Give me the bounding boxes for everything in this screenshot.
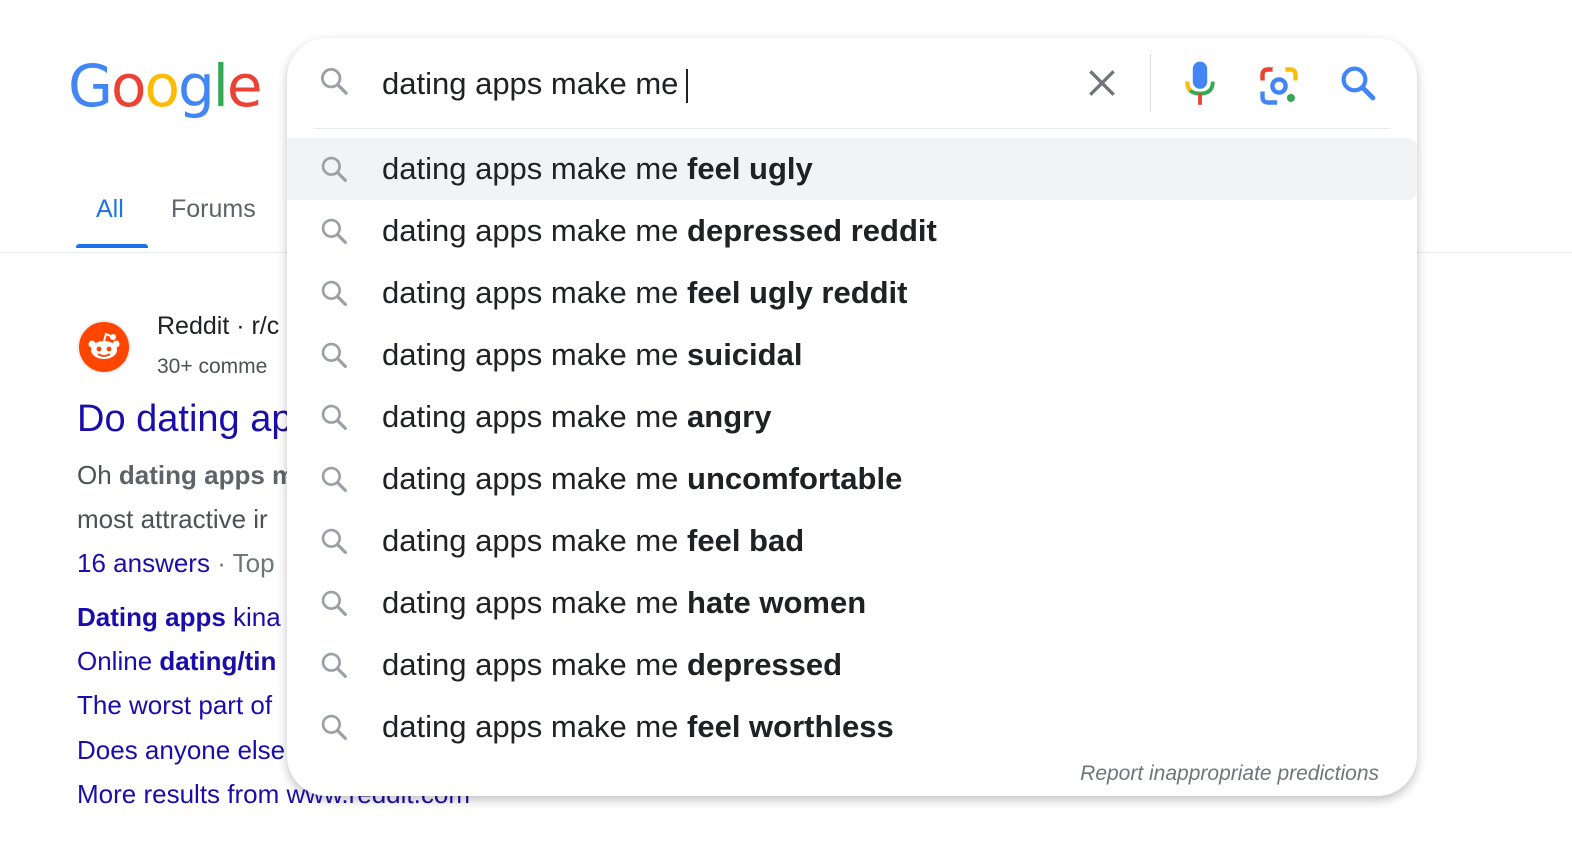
sitelink[interactable]: Dating apps kina [77,602,281,633]
tab-all[interactable]: All [96,186,124,232]
sitelink-text: Online [77,646,160,676]
search-icon [321,714,347,740]
autocomplete-list: dating apps make me feel ugly dating app… [287,138,1417,758]
snippet-bold: dating apps m [118,460,296,490]
text-caret [686,68,689,103]
tab-forums[interactable]: Forums [171,186,256,232]
suggestion-text: dating apps make me depressed [382,646,842,684]
search-icon [320,67,348,95]
search-icon [321,218,347,244]
dropdown-divider [314,128,1390,129]
suggestion-text: dating apps make me feel ugly [382,150,813,188]
report-predictions-link[interactable]: Report inappropriate predictions [1080,762,1379,786]
suggestion-text: dating apps make me hate women [382,584,866,622]
search-icon [321,528,347,554]
sitelink-bold: dating/tin [159,646,277,676]
result-meta: 30+ comme [157,355,268,378]
search-submit-icon[interactable] [1337,62,1379,104]
suggestion-completion: feel ugly [687,151,813,186]
logo-letter: e [226,52,263,120]
suggestion-prefix: dating apps make me [382,399,688,434]
suggestion-prefix: dating apps make me [382,213,688,248]
logo-letter: l [212,52,229,120]
suggestion-item[interactable]: dating apps make me angry [287,386,1417,448]
logo-letter: G [68,52,113,120]
search-icon [321,156,347,182]
suggestion-prefix: dating apps make me [382,523,688,558]
active-tab-indicator [76,244,148,248]
close-icon[interactable] [1082,63,1122,103]
suggestion-item[interactable]: dating apps make me feel ugly reddit [287,262,1417,324]
result-snippet-line: most attractive ir [77,504,268,534]
suggestion-item[interactable]: dating apps make me feel ugly [287,138,1417,200]
suggestion-text: dating apps make me suicidal [382,336,802,374]
suggestion-prefix: dating apps make me [382,647,688,682]
suggestion-item[interactable]: dating apps make me feel bad [287,510,1417,572]
search-icon [321,404,347,430]
suggestion-prefix: dating apps make me [382,461,688,496]
suggestion-completion: feel bad [687,523,805,558]
suggestion-text: dating apps make me feel bad [382,522,804,560]
result-title-link[interactable]: Do dating ap [77,398,293,441]
sitelink[interactable]: Online dating/tin [77,646,276,677]
snippet-text: Oh [77,460,119,490]
suggestion-item[interactable]: dating apps make me hate women [287,572,1417,634]
answers-link[interactable]: 16 answers [77,548,210,578]
search-icon [321,280,347,306]
input-divider [1150,54,1151,112]
suggestion-item[interactable]: dating apps make me depressed reddit [287,200,1417,262]
suggestion-text: dating apps make me uncomfortable [382,460,902,498]
logo-letter: g [177,52,215,120]
google-logo[interactable]: G o o g l e [68,50,263,122]
suggestion-completion: suicidal [687,337,803,372]
suggestion-completion: angry [687,399,772,434]
search-icon [321,590,347,616]
search-query-text: dating apps make me [382,66,679,101]
sitelink[interactable]: Does anyone else [77,735,285,766]
sitelink-text: kina [225,602,281,632]
reddit-icon[interactable] [77,320,131,374]
suggestion-text: dating apps make me angry [382,398,771,436]
answers-rest: · Top [209,548,275,578]
search-icon [321,652,347,678]
google-lens-icon[interactable] [1257,64,1301,108]
suggestion-item[interactable]: dating apps make me feel worthless [287,696,1417,758]
sitelink-bold: Dating apps [77,602,226,632]
suggestion-item[interactable]: dating apps make me uncomfortable [287,448,1417,510]
search-input[interactable]: dating apps make me [382,64,689,104]
result-site-name[interactable]: Reddit · r/c [157,312,279,341]
suggestion-completion: depressed reddit [687,213,937,248]
logo-letter: o [110,52,146,120]
search-icon [321,342,347,368]
suggestion-prefix: dating apps make me [382,709,688,744]
microphone-icon[interactable] [1180,60,1220,108]
logo-letter: o [144,52,179,120]
suggestion-completion: feel ugly reddit [687,275,908,310]
result-answers: 16 answers · Top [77,548,275,579]
suggestion-item[interactable]: dating apps make me suicidal [287,324,1417,386]
search-box: dating apps make me dating apps make me … [287,38,1417,796]
suggestion-prefix: dating apps make me [382,275,688,310]
search-icon [321,466,347,492]
suggestion-text: dating apps make me feel worthless [382,708,894,746]
suggestion-prefix: dating apps make me [382,585,688,620]
sitelink[interactable]: The worst part of [77,690,272,721]
suggestion-text: dating apps make me depressed reddit [382,212,937,250]
search-input-row: dating apps make me [287,38,1417,130]
suggestion-completion: hate women [687,585,867,620]
suggestion-item[interactable]: dating apps make me depressed [287,634,1417,696]
suggestion-prefix: dating apps make me [382,151,688,186]
suggestion-completion: depressed [687,647,843,682]
result-snippet-line: Oh dating apps m [77,460,295,491]
suggestion-text: dating apps make me feel ugly reddit [382,274,908,312]
suggestion-prefix: dating apps make me [382,337,688,372]
suggestion-completion: uncomfortable [687,461,903,496]
suggestion-completion: feel worthless [687,709,894,744]
